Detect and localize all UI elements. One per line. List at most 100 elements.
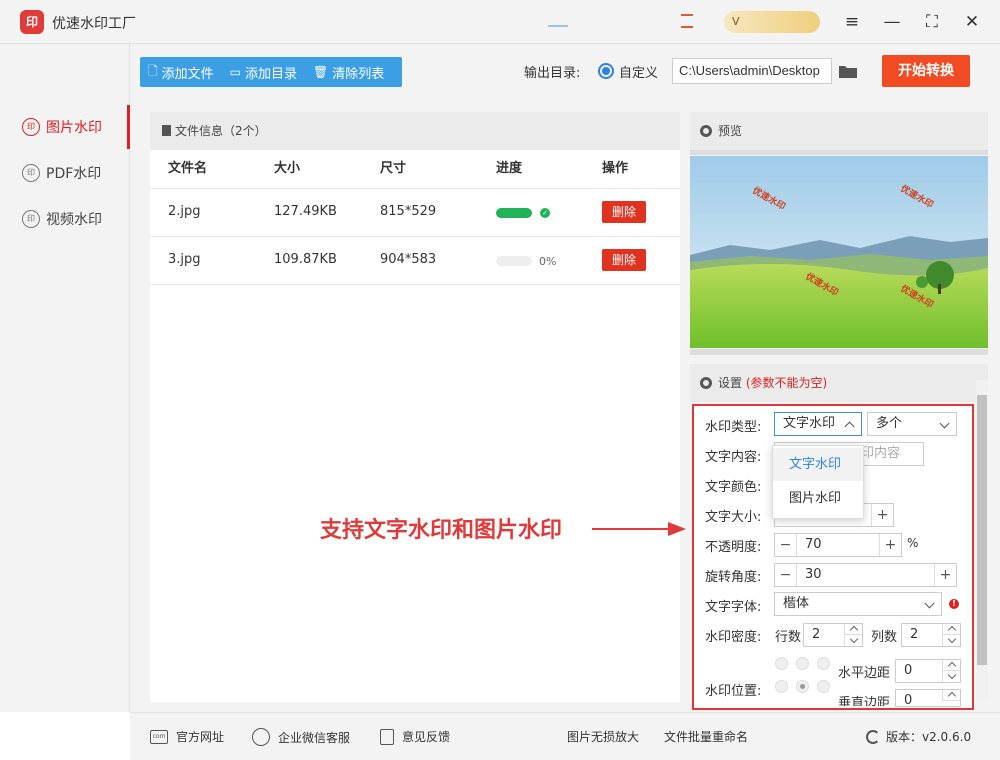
position-dot-top-center[interactable] [796,657,809,670]
rows-value: 2 [812,627,821,642]
output-path-input[interactable]: C:\Users\admin\Desktop [672,58,832,84]
watermark-icon: 印 [22,164,40,182]
progress-bar [496,256,532,266]
update-icon[interactable] [548,15,568,27]
increase-button[interactable]: + [871,504,893,526]
progress-fill [496,208,532,218]
v-margin-spinner[interactable]: 0 [895,689,961,707]
close-button[interactable]: ✕ [960,10,984,34]
dropdown-option-image-watermark[interactable]: 图片水印 [773,482,863,515]
delete-button[interactable]: 删除 [602,201,646,223]
clear-list-button[interactable]: 🗑 清除列表 [305,57,392,87]
h-margin-spinner[interactable]: 0 [895,659,961,683]
gear-icon [700,125,712,137]
spin-up-button[interactable] [844,624,862,635]
app-title: 优速水印工厂 [52,16,136,32]
version-info[interactable]: 版本：v2.0.6.0 [866,728,971,745]
notice-icon[interactable] [681,14,693,28]
position-dot-middle-right[interactable] [817,680,830,693]
font-select[interactable]: 楷体 [774,592,942,616]
output-dir-label: 输出目录: [524,66,581,81]
decrease-button[interactable]: − [775,564,797,586]
text-content-placeholder: 印内容 [861,446,901,461]
rename-label: 文件批量重命名 [664,730,749,744]
chevron-down-icon [939,418,950,429]
sidebar-item-pdf-watermark[interactable]: 印 PDF水印 [0,151,130,195]
batch-rename-link[interactable]: 文件批量重命名 [664,728,748,745]
add-folder-button[interactable]: ▭ 添加目录 [222,57,305,87]
spin-down-button[interactable] [942,635,960,646]
file-size-cell: 127.49KB [274,204,337,219]
text-content-label: 文字内容: [705,450,762,465]
text-size-label: 文字大小: [705,510,762,525]
v-margin-value: 0 [904,693,913,707]
wechat-label: 企业微信客服 [278,730,351,745]
dropdown-option-text-watermark[interactable]: 文字水印 [773,448,863,481]
spin-down-button[interactable] [844,635,862,646]
delete-button[interactable]: 删除 [602,249,646,271]
position-dot-center[interactable] [796,680,809,693]
spin-up-button[interactable] [942,624,960,635]
position-dot-top-left[interactable] [775,657,788,670]
file-name-cell: 3.jpg [168,252,201,267]
website-label: 官方网址 [176,730,225,744]
feedback-link[interactable]: 意见反馈 [380,728,450,745]
maximize-button[interactable]: ⛶ [920,10,944,34]
custom-output-radio[interactable] [598,63,614,79]
website-link[interactable]: com 官方网址 [150,728,224,745]
watermark-count-select[interactable]: 多个 [867,412,957,436]
scrollbar-thumb[interactable] [977,395,987,665]
browse-folder-icon[interactable] [838,63,858,79]
trash-icon: 🗑 [313,65,329,79]
add-folder-label: 添加目录 [245,66,298,82]
settings-warning: (参数不能为空) [745,376,828,390]
column-header-progress: 进度 [496,161,523,176]
increase-button[interactable]: + [879,534,901,556]
vip-badge[interactable]: V [724,11,820,33]
preview-image: 优速水印 优速水印 优速水印 优速水印 [690,150,988,355]
increase-button[interactable]: + [934,564,956,586]
arrow-right-icon [668,522,686,536]
spin-up-button[interactable] [942,690,960,701]
chat-icon [252,728,270,746]
spin-down-button[interactable] [942,671,960,682]
position-dot-top-right[interactable] [817,657,830,670]
upscale-link[interactable]: 图片无损放大 [567,728,639,745]
watermark-icon: 印 [22,118,40,136]
v-margin-label: 垂直边距 [838,696,891,706]
rows-label: 行数 [775,630,802,645]
feature-annotation: 支持文字水印和图片水印 [320,518,563,543]
opacity-unit: % [907,536,919,550]
sidebar-item-label: 视频水印 [46,212,102,228]
start-convert-button[interactable]: 开始转换 [882,55,970,87]
sidebar-item-label: PDF水印 [46,166,102,182]
position-dot-middle-left[interactable] [775,680,788,693]
chevron-up-icon [844,421,855,432]
opacity-label: 不透明度: [705,540,762,555]
column-header-action: 操作 [602,161,629,176]
density-label: 水印密度: [705,630,762,645]
rotation-stepper[interactable]: − 30 + [774,563,957,587]
opacity-stepper[interactable]: − 70 + [774,533,902,557]
decrease-button[interactable]: − [775,534,797,556]
watermark-type-select[interactable]: 文字水印 [774,412,862,436]
row-divider [150,284,680,285]
sidebar-item-image-watermark[interactable]: 印 图片水印 [0,105,130,149]
menu-icon[interactable]: ≡ [840,10,864,34]
preview-title: 预览 [718,124,743,138]
minimize-button[interactable]: — [880,10,904,34]
sidebar-item-video-watermark[interactable]: 印 视频水印 [0,197,130,241]
upscale-label: 图片无损放大 [567,730,640,744]
font-value: 楷体 [783,596,810,611]
chevron-down-icon [924,598,935,609]
file-toolbar: 🗋 添加文件 ▭ 添加目录 🗑 清除列表 [140,57,402,87]
rows-spinner[interactable]: 2 [803,623,863,647]
rotation-label: 旋转角度: [705,570,762,585]
version-label: 版本：v2.0.6.0 [886,730,972,744]
add-file-button[interactable]: 🗋 添加文件 [140,57,222,87]
cols-spinner[interactable]: 2 [901,623,961,647]
progress-percent: 0% [539,255,557,268]
spin-up-button[interactable] [942,660,960,671]
wechat-service-link[interactable]: 企业微信客服 [252,728,350,746]
watermark-type-value: 文字水印 [783,416,836,431]
